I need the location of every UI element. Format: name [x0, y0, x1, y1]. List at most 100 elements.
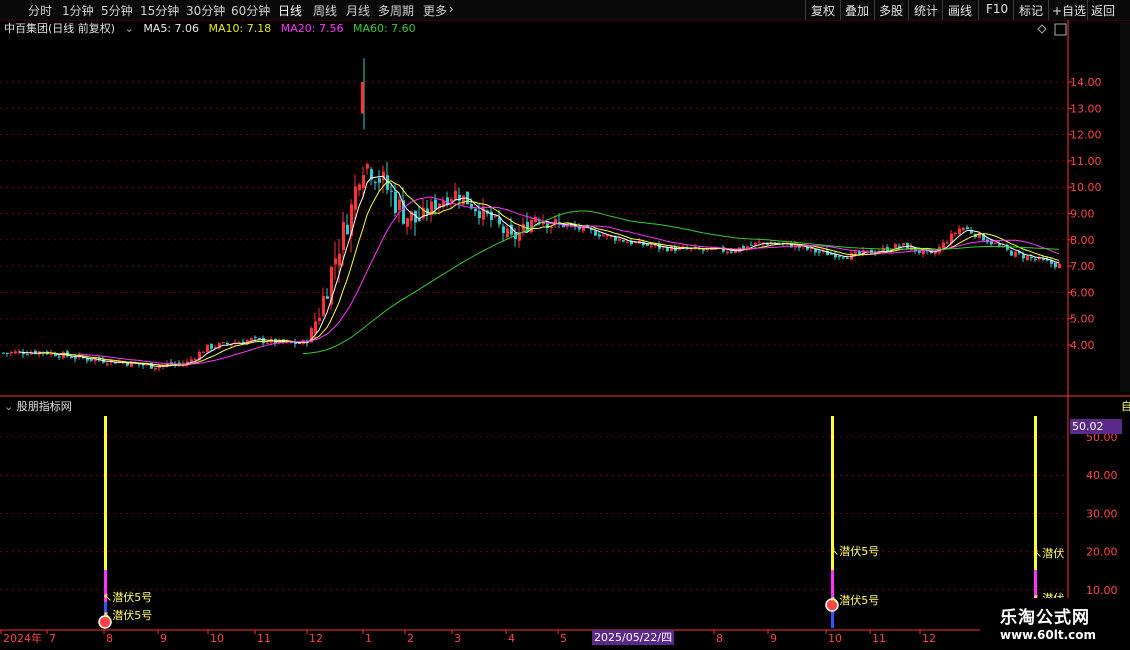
- candle-body: [506, 228, 509, 238]
- candle-body: [190, 359, 193, 362]
- candle-body: [814, 249, 817, 253]
- candle-body: [250, 338, 253, 341]
- candle-body: [994, 243, 997, 245]
- candle-body: [106, 363, 109, 365]
- candle-body: [554, 219, 557, 224]
- time-tick-label: 8: [106, 632, 113, 645]
- time-tick-label: 10: [210, 632, 224, 645]
- candle-body: [262, 337, 265, 344]
- candle-body: [818, 251, 821, 253]
- time-tick-label: 10: [828, 632, 842, 645]
- signal-bar-yellow: [104, 416, 107, 570]
- candle-body: [1058, 264, 1061, 269]
- time-tick-label: 5: [560, 632, 567, 645]
- time-tick-label: 11: [872, 632, 886, 645]
- candle-body: [618, 238, 621, 241]
- candle-body: [418, 219, 421, 221]
- candle-body: [154, 367, 157, 370]
- candle-body: [14, 351, 17, 354]
- time-tick-label: 12: [309, 632, 323, 645]
- candle-body: [434, 199, 437, 210]
- candle-body: [378, 178, 381, 183]
- candle-body: [354, 186, 357, 210]
- y-tick-label: 7.00: [1070, 260, 1095, 273]
- candle-body: [1034, 258, 1037, 260]
- candle-body: [74, 357, 77, 359]
- candle-body: [650, 245, 653, 247]
- candle-body: [2, 352, 5, 354]
- candle-body: [210, 344, 213, 349]
- time-tick-label: 9: [160, 632, 167, 645]
- candle-body: [26, 354, 29, 356]
- time-tick-label: 11: [257, 632, 271, 645]
- y-tick-label: 40.00: [1086, 469, 1118, 482]
- ma10-line: [39, 180, 1060, 366]
- candle-body: [398, 199, 401, 210]
- candle-body: [346, 224, 349, 235]
- candle-body: [946, 242, 949, 244]
- candle-body: [478, 210, 481, 219]
- time-tick-label: 1: [365, 632, 372, 645]
- ma5-line: [18, 175, 1060, 367]
- time-tick-label: 9: [770, 632, 777, 645]
- candle-body: [1022, 254, 1025, 259]
- candle-body: [6, 352, 9, 354]
- candle-body: [361, 82, 364, 114]
- y-tick-label: 20.00: [1086, 546, 1118, 559]
- candle-body: [842, 257, 845, 259]
- candle-body: [1010, 250, 1013, 256]
- candle-body: [322, 296, 325, 316]
- candle-body: [742, 246, 745, 249]
- candle-body: [958, 228, 961, 235]
- y-tick-label: 5.00: [1070, 313, 1095, 326]
- time-tick-label: 7: [49, 632, 56, 645]
- candle-body: [758, 241, 761, 243]
- watermark-title: 乐淘公式网: [1000, 608, 1090, 628]
- signal-label: ↖潜伏5号: [830, 544, 879, 558]
- y-tick-label: 10.00: [1086, 584, 1118, 597]
- y-tick-label: 10.00: [1070, 181, 1102, 194]
- candle-body: [258, 337, 261, 339]
- candle-body: [342, 222, 345, 251]
- kline-chart[interactable]: 4.00 5.00 6.00 7.00 8.00 9.00 10.00 11.00 12.00 1…: [0, 0, 1130, 650]
- candle-body: [1026, 256, 1029, 260]
- y-tick-label: 8.00: [1070, 234, 1095, 247]
- signal-label: ↖潜伏: [1033, 546, 1064, 560]
- candle-body: [734, 250, 737, 253]
- candle-body: [626, 242, 629, 244]
- y-tick-label: 30.00: [1086, 507, 1118, 520]
- candle-body: [222, 342, 225, 344]
- candle-body: [390, 190, 393, 192]
- candle-body: [358, 184, 361, 191]
- y-tick-label: 9.00: [1070, 208, 1095, 221]
- y-tick-label: 13.00: [1070, 102, 1102, 115]
- time-tick-label: 4: [508, 632, 515, 645]
- time-tick-label: 8: [716, 632, 723, 645]
- candle-body: [178, 362, 181, 364]
- candle-body: [550, 226, 553, 228]
- candle-body: [90, 359, 93, 361]
- candle-body: [454, 190, 457, 201]
- candle-body: [730, 251, 733, 253]
- candle-body: [254, 336, 257, 338]
- candle-body: [58, 356, 61, 358]
- time-tick-label: 3: [454, 632, 461, 645]
- candle-body: [202, 351, 205, 353]
- candle-body: [1042, 258, 1045, 260]
- candle-body: [838, 255, 841, 257]
- candle-body: [482, 206, 485, 220]
- candle-body: [622, 240, 625, 242]
- candle-body: [702, 249, 705, 251]
- candle-body: [1054, 262, 1057, 268]
- candle-body: [206, 344, 209, 352]
- window-toggle-icon: [1054, 23, 1067, 36]
- candle-body: [374, 182, 377, 184]
- time-tick-label: 12: [922, 632, 936, 645]
- candle-body: [902, 243, 905, 246]
- candle-body: [494, 215, 497, 217]
- time-tick-label: 2024年: [3, 631, 42, 645]
- candle-body: [750, 244, 753, 246]
- candle-body: [1030, 257, 1033, 259]
- candle-body: [966, 227, 969, 230]
- right-info-strip: [1120, 22, 1130, 392]
